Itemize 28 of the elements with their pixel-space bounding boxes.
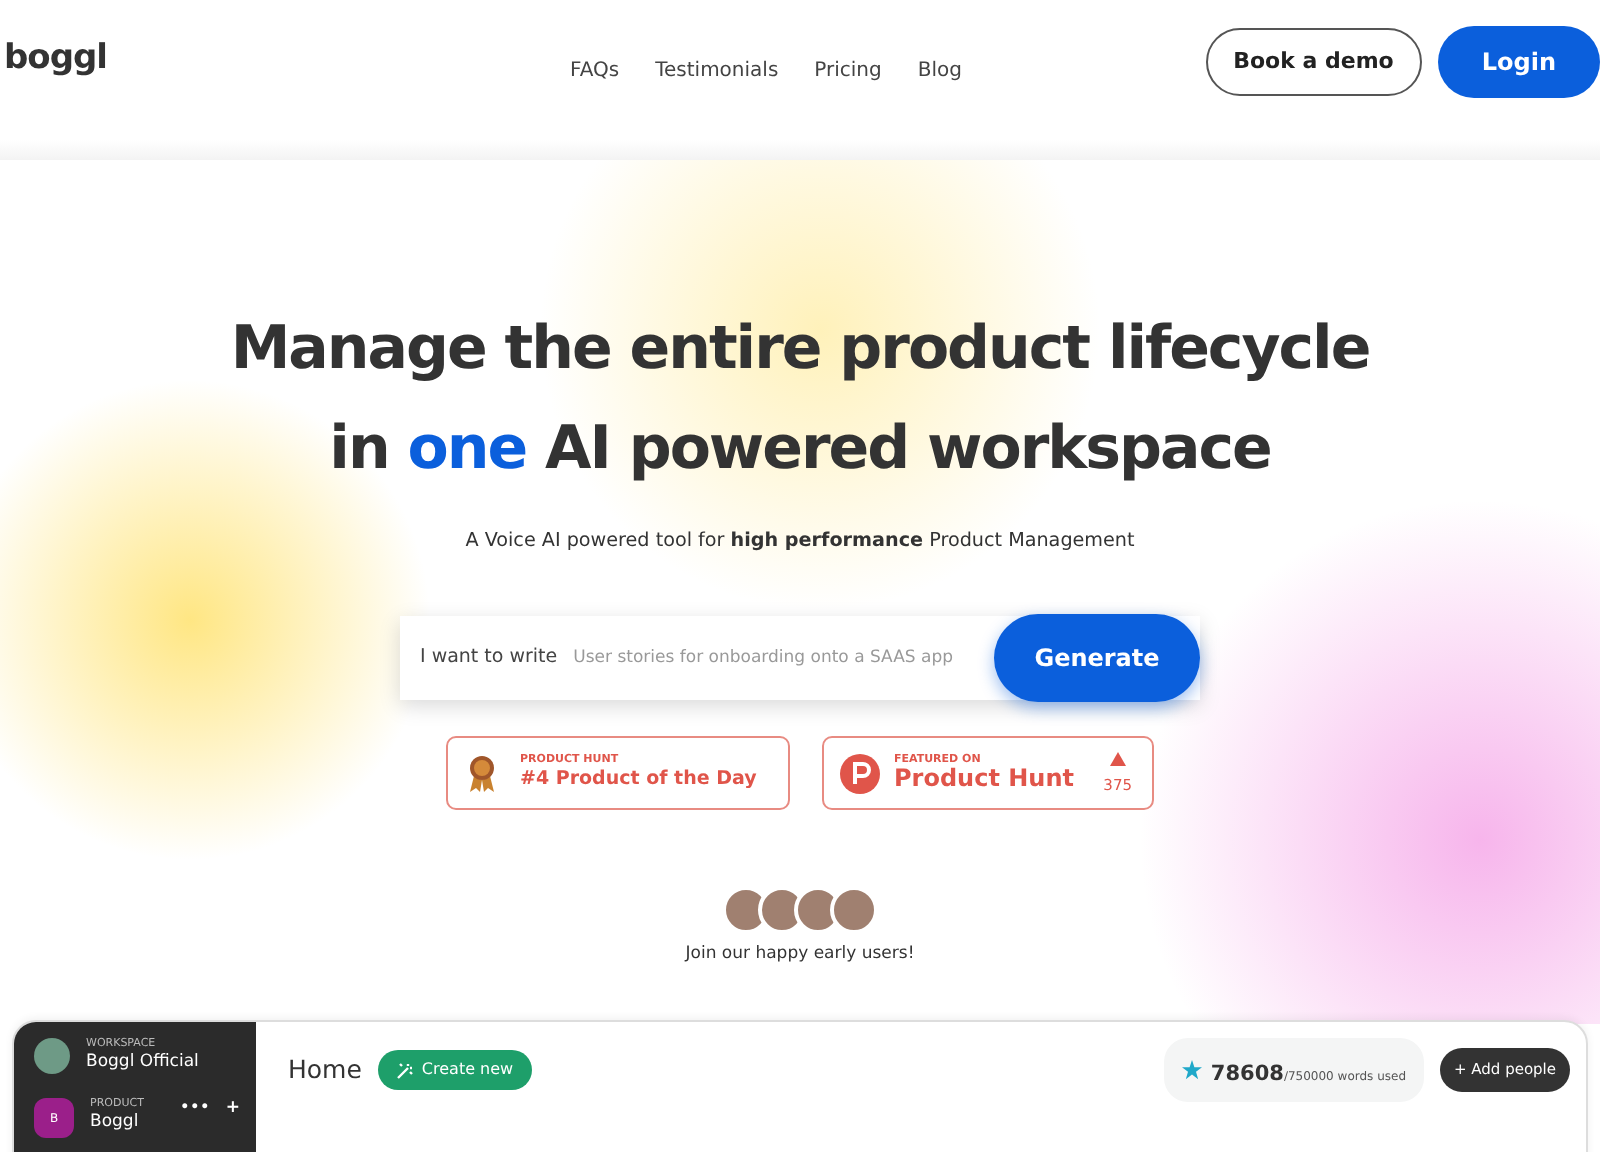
- badge-title: Product Hunt: [894, 766, 1074, 793]
- nav-link[interactable]: Testimonials: [655, 56, 779, 86]
- words-used-count: 78608: [1210, 1062, 1284, 1086]
- login-button[interactable]: Login: [1437, 26, 1600, 98]
- generate-button[interactable]: Generate: [994, 614, 1200, 703]
- headline: in one AI powered workspace: [327, 412, 1273, 488]
- upvote-icon: [1109, 751, 1126, 766]
- nav-link[interactable]: Pricing: [814, 56, 882, 86]
- product-hunt-logo-icon: [840, 753, 880, 794]
- product-name[interactable]: Boggl: [90, 1111, 144, 1134]
- medal-icon: [468, 753, 496, 794]
- prompt-label: I want to write: [418, 644, 558, 673]
- page-title: Home: [288, 1051, 362, 1088]
- subtitle: A Voice AI powered tool for high performance Product Management: [465, 528, 1135, 556]
- add-button[interactable]: +: [225, 1098, 240, 1121]
- headline: Manage the entire product lifecycle: [230, 312, 1370, 388]
- magic-wand-icon: [395, 1061, 414, 1079]
- nav-link[interactable]: FAQs: [570, 56, 620, 86]
- logo[interactable]: boggl: [4, 34, 108, 86]
- star-icon: [1182, 1060, 1203, 1080]
- users-caption: Join our happy early users!: [685, 942, 915, 969]
- book-demo-button[interactable]: Book a demo: [1205, 27, 1422, 97]
- prompt-input[interactable]: User stories for onboarding onto a SAAS app: [557, 646, 988, 672]
- more-button[interactable]: •••: [179, 1098, 210, 1121]
- badge-title: #4 Product of the Day: [520, 767, 757, 791]
- nav-link[interactable]: Blog: [917, 56, 962, 86]
- workspace-avatar: [34, 1038, 70, 1074]
- workspace-name[interactable]: Boggl Official: [86, 1051, 199, 1074]
